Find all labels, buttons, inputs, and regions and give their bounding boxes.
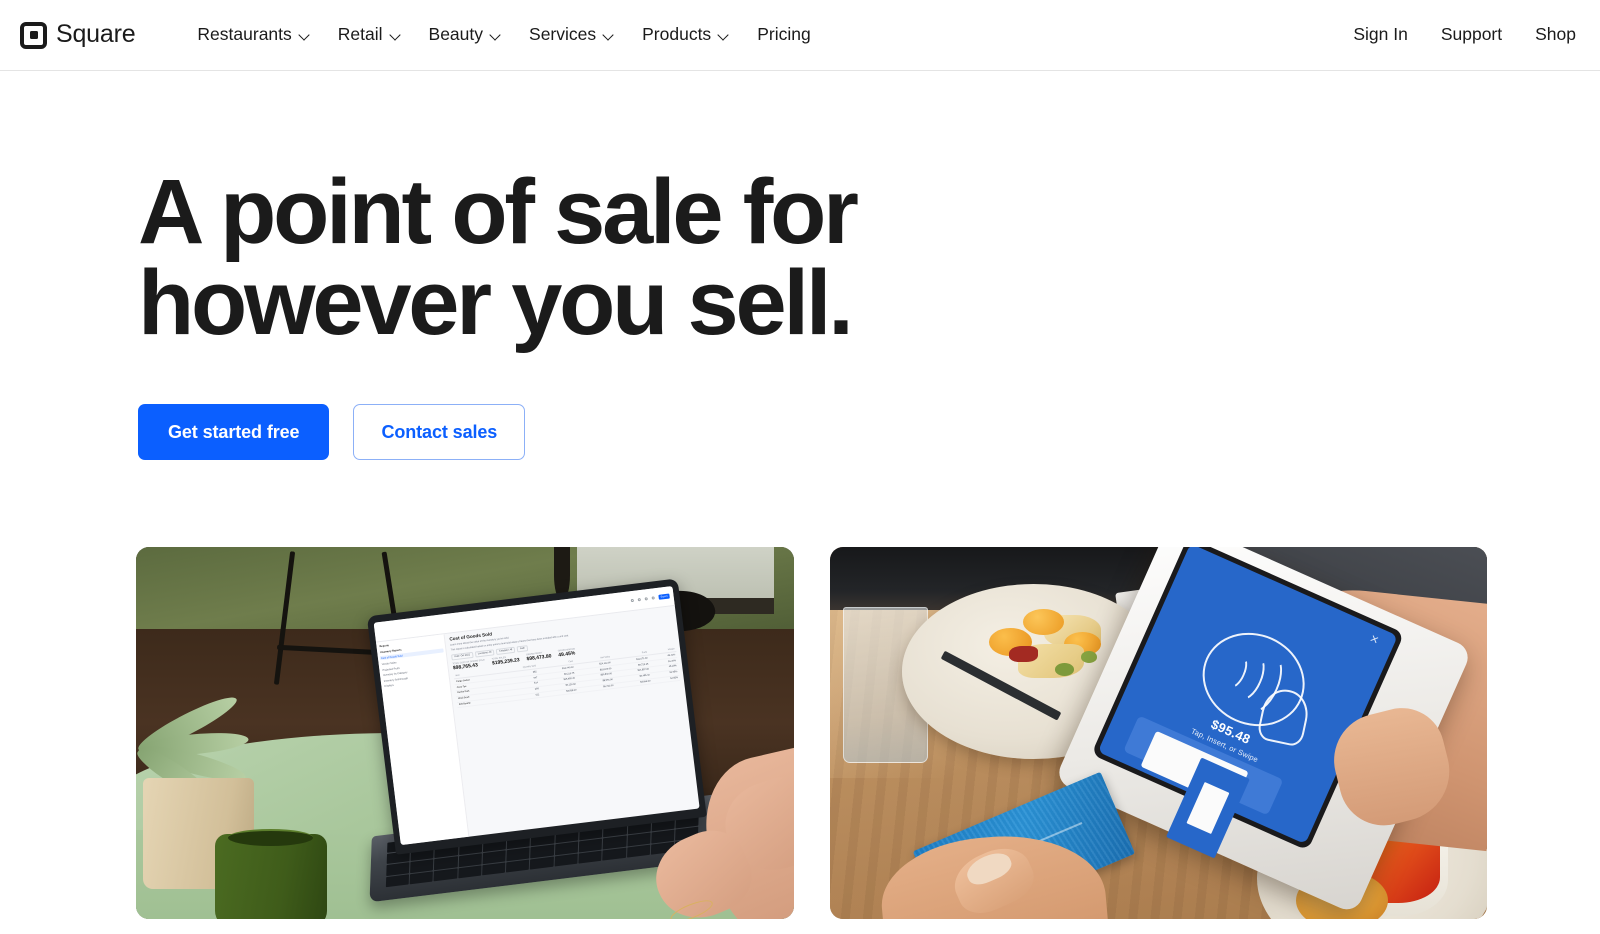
laptop-lid: Export Reports Inventory Reports Cost of… <box>366 578 707 855</box>
kpi-value: 49.45% <box>557 650 576 659</box>
dashboard-export-button: Export <box>658 593 670 600</box>
dashboard-screen: Export Reports Inventory Reports Cost of… <box>373 586 700 845</box>
laptop: Export Reports Inventory Reports Cost of… <box>366 562 794 920</box>
nav-item-restaurants[interactable]: Restaurants <box>197 20 309 50</box>
nav-item-pricing[interactable]: Pricing <box>757 20 811 50</box>
headline-line-2: however you sell. <box>138 251 854 354</box>
olive-green-vase <box>214 829 327 920</box>
kpi-cost-of-goods-sold: TOTAL COST OF GOODS SOLD $98,765.43 <box>452 659 485 671</box>
filter-category: Category: All <box>495 646 516 655</box>
square-terminal-payment-photo[interactable]: $95.48 Tap, Insert, or Swipe VISA <box>829 547 1487 920</box>
primary-nav: Restaurants Retail Beauty Services Produ… <box>197 20 810 50</box>
chevron-down-icon <box>390 30 401 41</box>
nav-label: Retail <box>337 24 383 45</box>
chevron-down-icon <box>718 30 729 41</box>
notifications-icon <box>637 598 641 602</box>
utility-nav: Sign In Support Shop <box>1353 20 1576 50</box>
laptop-scene: Export Reports Inventory Reports Cost of… <box>136 547 794 920</box>
kpi-total-sales: TOTAL SALES $195,239.23 <box>491 655 520 667</box>
nav-label: Restaurants <box>197 24 292 45</box>
contactless-payment-icon <box>1187 616 1321 748</box>
nav-label: Beauty <box>428 24 484 45</box>
dashboard-main: Cost of Goods Sold Learn more about the … <box>445 606 700 836</box>
help-icon <box>644 597 648 601</box>
kpi-gross-profit: GROSS PROFIT $98,473.80 <box>526 651 552 663</box>
kpi-gross-margin: GROSS MARGIN 49.45% <box>558 648 576 659</box>
nav-item-beauty[interactable]: Beauty <box>429 20 501 50</box>
nav-item-products[interactable]: Products <box>642 20 729 50</box>
hero-media-row: Export Reports Inventory Reports Cost of… <box>0 460 1600 920</box>
headline-line-1: A point of sale for <box>138 161 859 263</box>
nav-label: Pricing <box>757 24 811 45</box>
contact-sales-button[interactable]: Contact sales <box>353 404 526 461</box>
nav-label: Services <box>529 24 597 45</box>
chevron-down-icon <box>603 30 614 41</box>
nav-item-retail[interactable]: Retail <box>338 20 401 50</box>
hero-section: A point of sale for however you sell. Ge… <box>0 71 1600 461</box>
dashboard-body: Reports Inventory Reports Cost of Goods … <box>375 606 700 845</box>
logo-wordmark: Square <box>56 19 136 48</box>
sign-in-link[interactable]: Sign In <box>1353 20 1407 50</box>
chevron-down-icon <box>490 30 501 41</box>
close-icon[interactable] <box>1369 634 1380 645</box>
search-icon <box>630 599 634 603</box>
cta-row: Get started free Contact sales <box>138 404 1600 461</box>
filter-sale: Sale <box>516 645 528 653</box>
nav-item-services[interactable]: Services <box>529 20 614 50</box>
restaurant-scene: $95.48 Tap, Insert, or Swipe VISA <box>829 547 1487 920</box>
page-title: A point of sale for however you sell. <box>138 166 1098 354</box>
filter-date: Date: Oct 2022 <box>451 651 474 661</box>
nav-label: Products <box>642 24 712 45</box>
chevron-down-icon <box>299 30 310 41</box>
square-logo-link[interactable]: Square <box>20 19 136 49</box>
square-logo-icon <box>20 21 47 49</box>
laptop-dashboard-photo[interactable]: Export Reports Inventory Reports Cost of… <box>136 547 794 920</box>
site-header: Square Restaurants Retail Beauty Service… <box>0 0 1600 71</box>
get-started-free-button[interactable]: Get started free <box>138 404 330 461</box>
support-link[interactable]: Support <box>1441 20 1502 50</box>
shop-link[interactable]: Shop <box>1535 20 1576 50</box>
filter-locations: Locations: All <box>474 649 495 658</box>
account-icon <box>651 596 655 600</box>
